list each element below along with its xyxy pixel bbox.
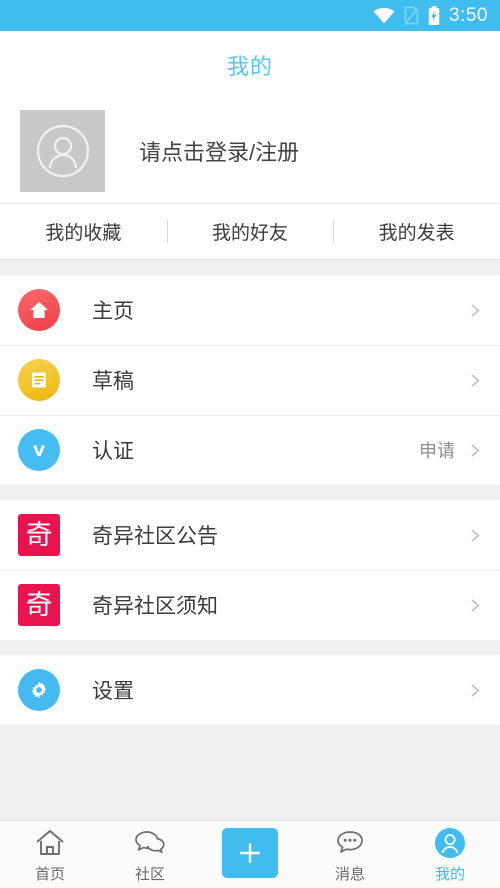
home-outline-icon xyxy=(34,826,66,860)
quick-tab-label: 我的发表 xyxy=(378,223,455,244)
nav-item-messages[interactable]: 消息 xyxy=(300,821,400,888)
menu-row-value: 申请 xyxy=(419,441,455,461)
verified-v-icon xyxy=(18,429,60,471)
quick-tab-label: 我的好友 xyxy=(212,223,289,244)
default-user-avatar-icon xyxy=(36,124,89,177)
quick-tab-my-favorites[interactable]: 我的收藏 xyxy=(0,204,167,259)
avatar[interactable] xyxy=(20,109,105,192)
wifi-icon xyxy=(373,7,395,24)
qiyi-badge-icon: 奇 xyxy=(18,584,60,626)
nav-item-create[interactable] xyxy=(200,821,300,888)
message-dots-icon xyxy=(334,826,366,860)
nav-item-community[interactable]: 社区 xyxy=(100,821,200,888)
empty-space xyxy=(0,725,500,811)
menu-row-community-announcement[interactable]: 奇 奇异社区公告 xyxy=(0,500,500,570)
section-gap xyxy=(0,260,500,275)
chevron-right-icon xyxy=(469,373,482,387)
menu-group-community: 奇 奇异社区公告 奇 奇异社区须知 xyxy=(0,500,500,640)
qiyi-badge-char: 奇 xyxy=(18,584,60,626)
sim-card-missing-icon xyxy=(404,6,419,25)
chevron-right-icon xyxy=(469,683,482,697)
status-bar: 3:50 xyxy=(0,0,500,31)
menu-group-settings: 设置 xyxy=(0,655,500,725)
gear-icon xyxy=(18,669,60,711)
menu-row-verification[interactable]: 认证 申请 xyxy=(0,415,500,485)
draft-icon xyxy=(18,359,60,401)
menu-row-label: 设置 xyxy=(92,680,134,703)
menu-row-label: 奇异社区公告 xyxy=(92,525,218,548)
nav-item-label: 消息 xyxy=(334,865,365,883)
quick-tabs: 我的收藏 我的好友 我的发表 xyxy=(0,204,500,260)
menu-row-draft[interactable]: 草稿 xyxy=(0,345,500,415)
user-circle-icon xyxy=(434,826,466,860)
menu-row-settings[interactable]: 设置 xyxy=(0,655,500,725)
login-prompt-label[interactable]: 请点击登录/注册 xyxy=(139,135,299,167)
chevron-right-icon xyxy=(469,443,482,457)
battery-charging-icon xyxy=(428,6,440,25)
plus-icon[interactable] xyxy=(222,828,278,878)
section-gap xyxy=(0,485,500,500)
menu-group-account: 主页 草稿 认证 申请 xyxy=(0,275,500,485)
quick-tab-label: 我的收藏 xyxy=(45,223,122,244)
menu-row-label: 认证 xyxy=(92,440,134,463)
nav-item-label: 我的 xyxy=(434,865,465,883)
page-header: 我的 xyxy=(0,31,500,98)
chevron-right-icon xyxy=(469,598,482,612)
page-title: 我的 xyxy=(226,53,273,79)
home-icon xyxy=(18,289,60,331)
menu-row-community-guidelines[interactable]: 奇 奇异社区须知 xyxy=(0,570,500,640)
nav-item-label: 社区 xyxy=(134,865,165,883)
app-screen: 3:50 我的 请点击登录/注册 我的收藏 我的好友 我的发表 主页 草稿 认证… xyxy=(0,0,500,888)
chat-bubbles-icon xyxy=(132,826,168,860)
status-clock: 3:50 xyxy=(449,5,488,26)
menu-row-label: 主页 xyxy=(92,300,134,323)
profile-login-row[interactable]: 请点击登录/注册 xyxy=(0,98,500,204)
chevron-right-icon xyxy=(469,528,482,542)
quick-tab-my-friends[interactable]: 我的好友 xyxy=(166,204,334,259)
menu-row-label: 草稿 xyxy=(92,370,134,393)
bottom-nav: 首页 社区 消息 我的 xyxy=(0,820,500,888)
nav-item-mine[interactable]: 我的 xyxy=(400,821,500,888)
qiyi-badge-char: 奇 xyxy=(18,514,60,556)
section-gap xyxy=(0,640,500,655)
qiyi-badge-icon: 奇 xyxy=(18,514,60,556)
quick-tab-my-posts[interactable]: 我的发表 xyxy=(333,204,500,259)
menu-row-homepage[interactable]: 主页 xyxy=(0,275,500,345)
nav-item-home[interactable]: 首页 xyxy=(0,821,100,888)
nav-item-label: 首页 xyxy=(34,865,65,883)
menu-row-label: 奇异社区须知 xyxy=(92,595,218,618)
chevron-right-icon xyxy=(469,303,482,317)
